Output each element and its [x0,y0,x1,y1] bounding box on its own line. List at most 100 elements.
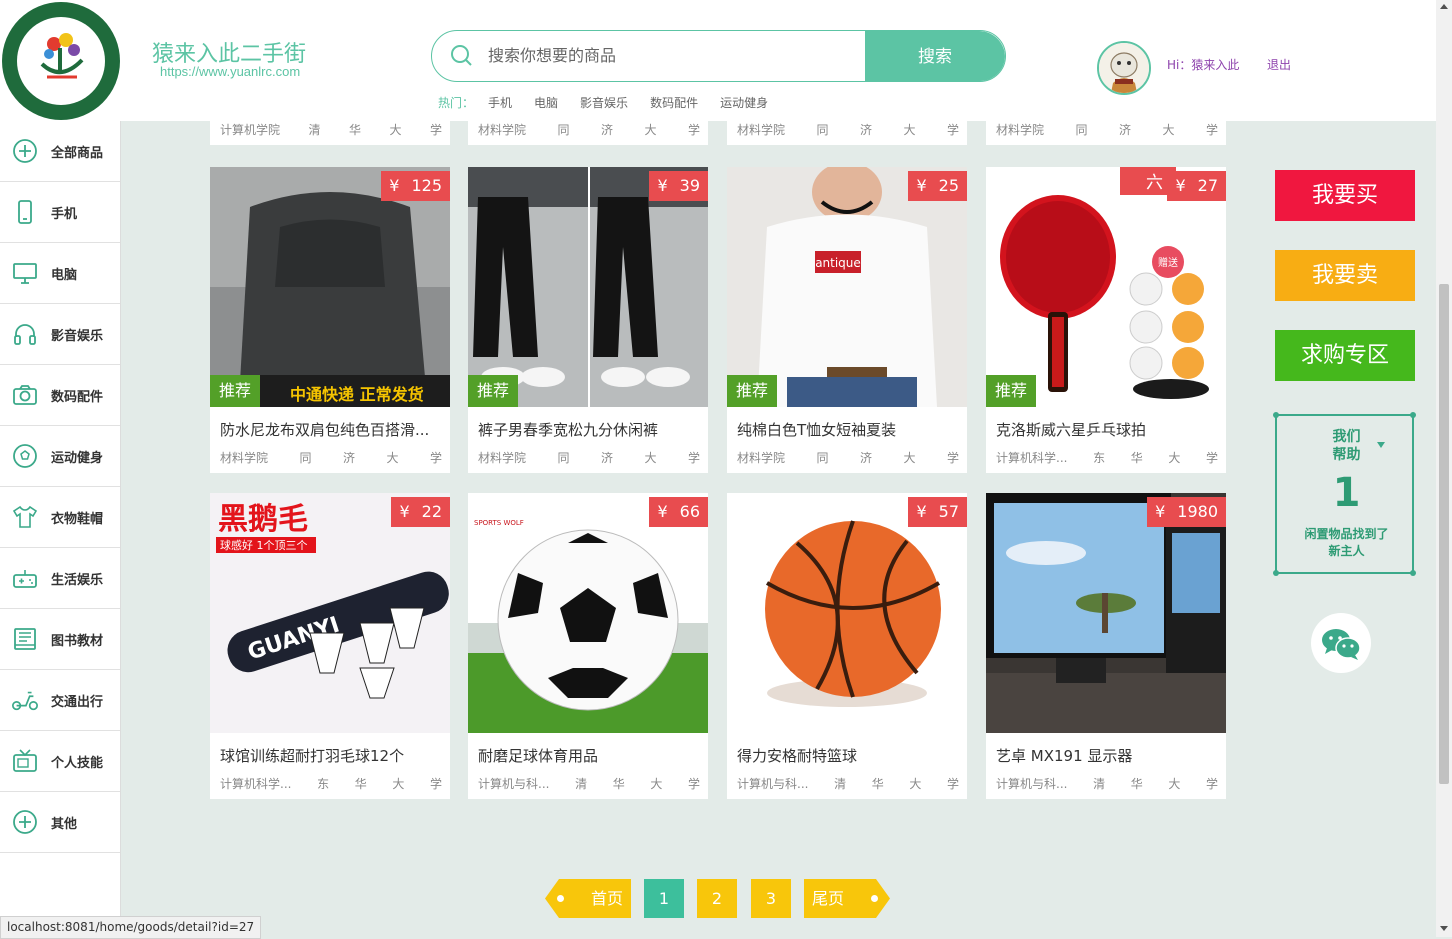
univ-char: 清 [575,777,588,791]
product-card-partial[interactable]: 材料学院 同 济 大 学 [727,121,967,145]
sidebar-item-other[interactable]: 其他 [0,792,120,853]
sidebar-item-life[interactable]: 生活娱乐 [0,548,120,609]
product-card-partial[interactable]: 计算机学院 清 华 大 学 [210,121,450,145]
search-button[interactable]: 搜索 [865,31,1005,81]
hot-word-computer[interactable]: 电脑 [534,94,558,111]
product-title[interactable]: 裤子男春季宽松九分休闲裤 [478,419,702,440]
sidebar-item-books[interactable]: 图书教材 [0,609,120,670]
sidebar-item-label: 交通出行 [51,694,104,710]
sidebar-item-transport[interactable]: 交通出行 [0,670,120,731]
univ-char: 济 [600,123,613,137]
univ-char: 济 [1118,123,1131,137]
sidebar-item-media[interactable]: 影音娱乐 [0,304,120,365]
help-title-line: 帮助 [1277,442,1416,464]
hot-word-media[interactable]: 影音娱乐 [580,94,628,111]
price-tag: ¥1980 [1147,497,1226,527]
sidebar-item-digital[interactable]: 数码配件 [0,365,120,426]
corner-dot [1410,412,1416,418]
scroll-up-arrow[interactable] [1440,4,1448,9]
dot-icon [871,895,878,902]
seller-school: 材料学院 [737,451,786,465]
product-card-partial[interactable]: 材料学院 同 济 大 学 [986,121,1226,145]
product-meta: 材料学院 同 济 大 学 [478,121,700,138]
product-meta: 计算机科学... 东 华 大 学 [996,449,1218,466]
search-input[interactable] [486,43,860,71]
product-title[interactable]: 艺卓 MX191 显示器 [996,745,1220,766]
product-image-tshirt[interactable]: antique [727,167,967,407]
user-greeting[interactable]: Hi：猿来入此 [1167,56,1239,73]
svg-text:六: 六 [1146,173,1163,193]
sidebar-item-sports[interactable]: 运动健身 [0,426,120,487]
product-title[interactable]: 得力安格耐特篮球 [737,745,961,766]
buy-button[interactable]: 我要买 [1275,170,1415,221]
product-image-basketball[interactable] [727,493,967,733]
hot-word-sports[interactable]: 运动健身 [720,94,768,111]
site-url[interactable]: https://www.yuanlrc.com [160,64,300,79]
sidebar-item-phone[interactable]: 手机 [0,182,120,243]
price-tag: ¥39 [649,171,708,201]
univ-char: 大 [392,777,405,791]
product-title[interactable]: 耐磨足球体育用品 [478,745,702,766]
product-card-partial[interactable]: 材料学院 同 济 大 学 [468,121,708,145]
product-card[interactable]: 黑鹅毛 球感好 1个顶三个 GUANYI ¥22 球馆训练超耐打羽毛球12个 计… [210,493,450,799]
pagination-first[interactable]: 首页 [545,879,631,918]
product-card[interactable]: ¥1980 艺卓 MX191 显示器 计算机与科... 清 华 大 学 [986,493,1226,799]
pagination-last[interactable]: 尾页 [804,879,890,918]
univ-char: 华 [871,777,884,791]
logout-link[interactable]: 退出 [1267,56,1291,73]
price-value: 39 [679,176,700,195]
scroll-thumb[interactable] [1439,284,1449,784]
sidebar-item-computer[interactable]: 电脑 [0,243,120,304]
product-title[interactable]: 球馆训练超耐打羽毛球12个 [220,745,444,766]
product-card[interactable]: SPORTS WOLF ¥66 耐磨足球体育用品 计算机与科... 清 华 大 学 [468,493,708,799]
price-value: 66 [679,502,700,521]
pagination-page-2[interactable]: 2 [697,879,737,918]
univ-char: 学 [429,451,442,465]
sidebar-item-all[interactable]: 全部商品 [0,121,120,182]
sell-button[interactable]: 我要卖 [1275,250,1415,301]
product-card[interactable]: ¥57 得力安格耐特篮球 计算机与科... 清 华 大 学 [727,493,967,799]
want-zone-button[interactable]: 求购专区 [1275,330,1415,381]
help-text: 闲置物品找到了 新主人 [1277,526,1416,560]
svg-text:赠送: 赠送 [1158,256,1178,269]
product-image-pingpong[interactable]: 六 赠送 [986,167,1226,407]
svg-text:黑鹅毛: 黑鹅毛 [218,502,308,537]
avatar-image [1099,43,1149,93]
univ-char: 同 [299,451,312,465]
product-title[interactable]: 克洛斯威六星乒乓球拍 [996,419,1220,440]
camera-icon [11,381,39,409]
pagination-page-1[interactable]: 1 [644,879,684,918]
product-image-football[interactable]: SPORTS WOLF [468,493,708,733]
sidebar-item-label: 图书教材 [51,633,104,649]
product-image-monitor[interactable] [986,493,1226,733]
product-card[interactable]: 中通快递 正常发货 ¥125 推荐 防水尼龙布双肩包纯色百搭滑... 材料学院 … [210,167,450,473]
wechat-button[interactable] [1311,613,1371,673]
product-title[interactable]: 防水尼龙布双肩包纯色百搭滑... [220,419,444,440]
recommend-badge: 推荐 [727,375,777,407]
product-card[interactable]: antique ¥25 推荐 纯棉白色T恤女短袖夏装 材料学院 同 济 大 学 [727,167,967,473]
wechat-icon [1322,629,1361,660]
sidebar-item-clothing[interactable]: 衣物鞋帽 [0,487,120,548]
avatar[interactable] [1097,41,1151,95]
univ-char: 大 [903,123,916,137]
pagination-page-3[interactable]: 3 [751,879,791,918]
product-title[interactable]: 纯棉白色T恤女短袖夏装 [737,419,961,440]
product-image-shuttlecock[interactable]: 黑鹅毛 球感好 1个顶三个 GUANYI [210,493,450,733]
univ-char: 华 [1130,777,1143,791]
sidebar-item-skills[interactable]: 个人技能 [0,731,120,792]
product-image-pants[interactable] [468,167,708,407]
scroll-down-arrow[interactable] [1440,926,1448,931]
phone-icon [11,198,39,226]
product-image-backpack[interactable]: 中通快递 正常发货 [210,167,450,407]
university-logo[interactable] [2,2,120,120]
seller-school: 材料学院 [478,123,527,137]
seller-school: 材料学院 [220,451,269,465]
product-card[interactable]: 六 赠送 ¥27 推荐 克洛斯威六星乒乓球拍 计算机科学... 东 华 大 学 [986,167,1226,473]
help-box[interactable]: 我们 帮助 1 闲置物品找到了 新主人 [1273,412,1416,576]
currency-symbol: ¥ [916,176,927,195]
hot-word-digital[interactable]: 数码配件 [650,94,698,111]
hot-word-phone[interactable]: 手机 [488,94,512,111]
product-card[interactable]: ¥39 推荐 裤子男春季宽松九分休闲裤 材料学院 同 济 大 学 [468,167,708,473]
page-scrollbar[interactable] [1436,0,1452,937]
currency-symbol: ¥ [399,502,410,521]
